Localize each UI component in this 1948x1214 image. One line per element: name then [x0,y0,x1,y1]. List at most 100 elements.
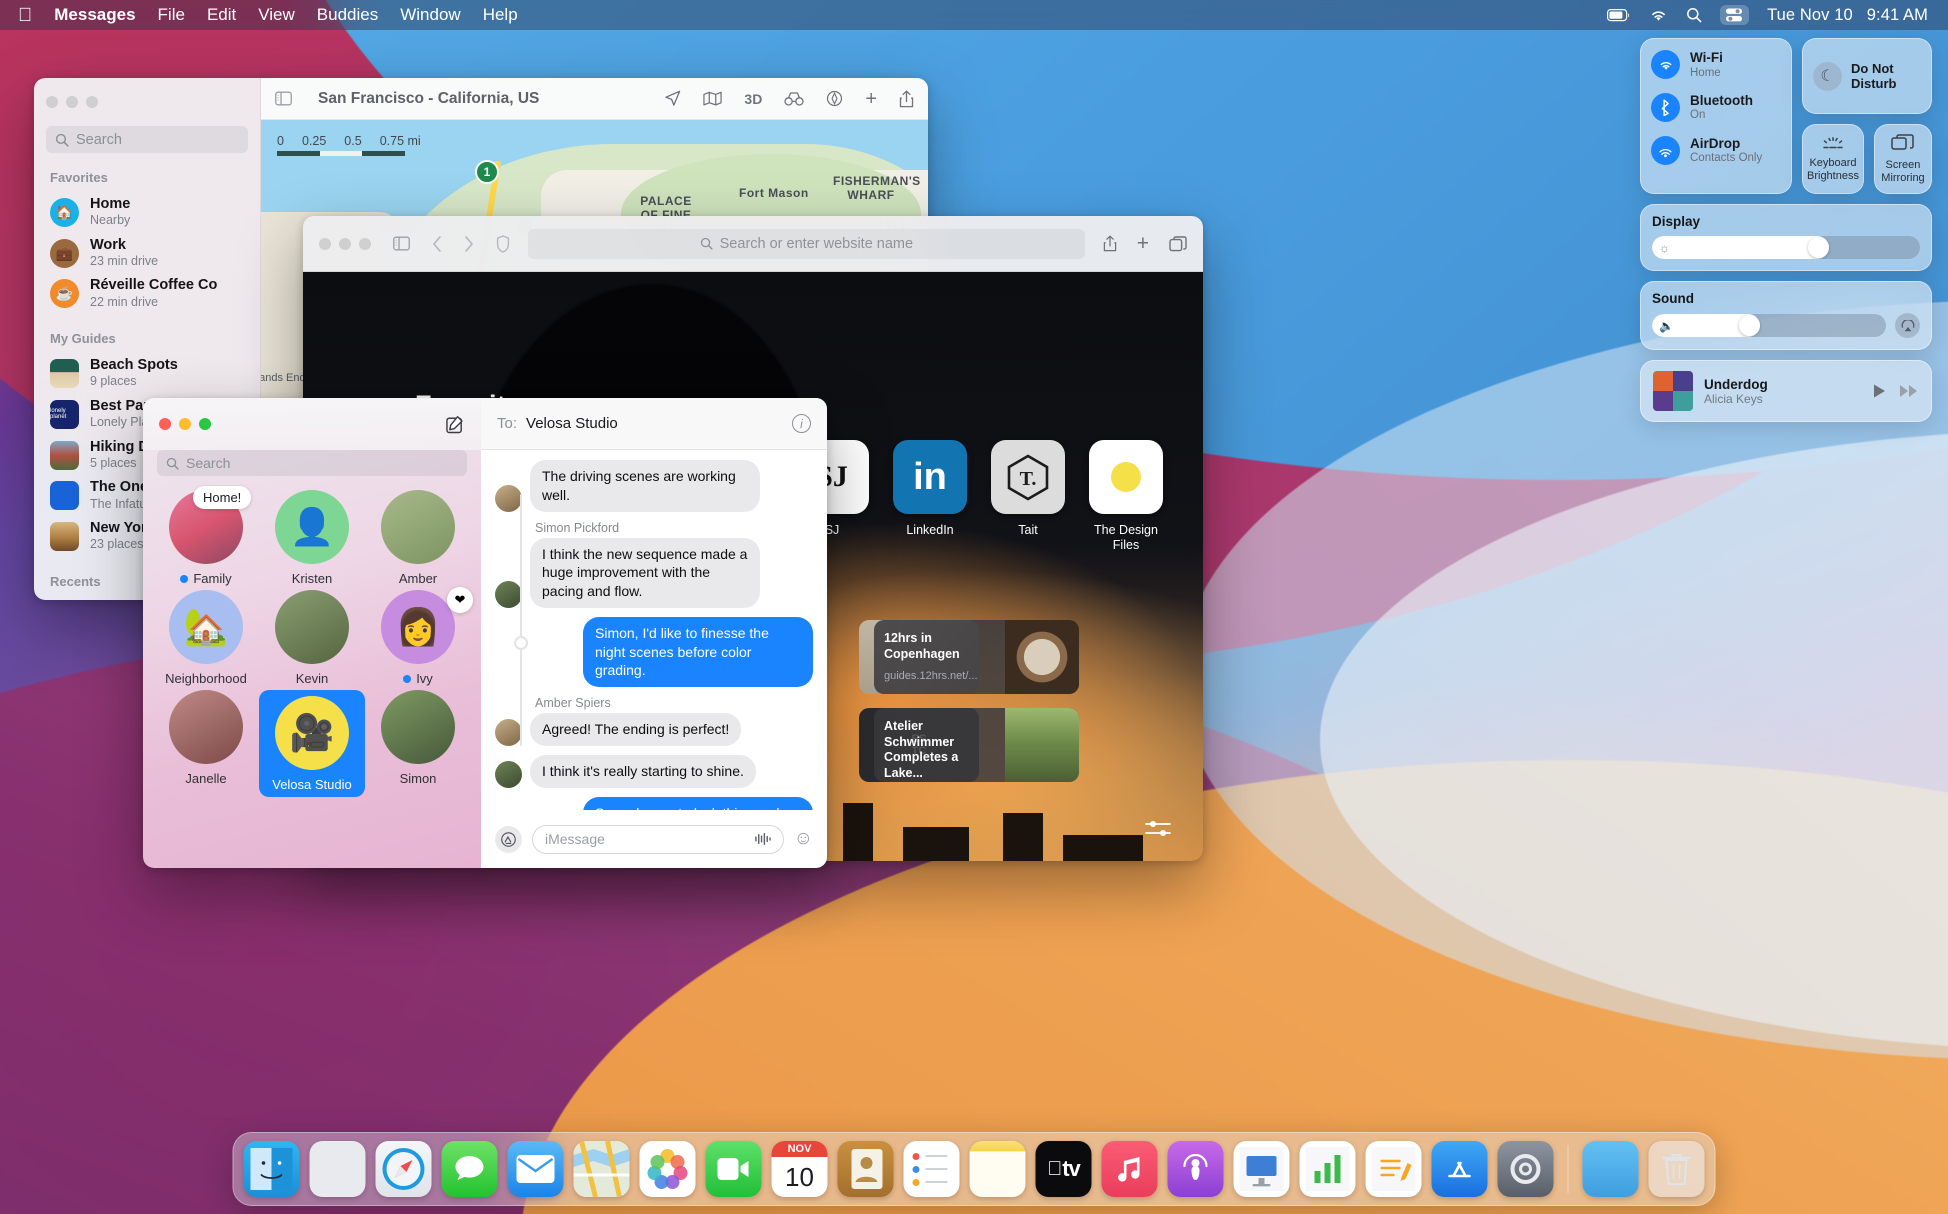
back-icon[interactable] [432,235,442,252]
dock-item-facetime[interactable] [705,1141,762,1197]
search-icon[interactable] [1686,7,1702,23]
maps-guide-beach[interactable]: Beach Spots 9 places [46,353,248,394]
dock-item-safari[interactable] [375,1141,432,1197]
maps-window-controls[interactable] [46,96,248,108]
dock-item-keynote[interactable] [1233,1141,1290,1197]
sound-volume-slider[interactable]: 🔈 [1652,314,1886,338]
menu-item-help[interactable]: Help [483,5,518,25]
dock-item-finder[interactable] [243,1141,300,1197]
contact-janelle[interactable]: Janelle [153,690,259,797]
dock-item-system-preferences[interactable] [1497,1141,1554,1197]
new-tab-icon[interactable]: + [1137,233,1149,254]
menu-item-view[interactable]: View [258,5,295,25]
compose-icon[interactable] [446,415,465,434]
wifi-toggle[interactable]: Wi-Fi Home [1651,50,1781,80]
share-icon[interactable] [1103,235,1117,252]
dock-item-photos[interactable] [639,1141,696,1197]
to-value[interactable]: Velosa Studio [526,415,618,432]
menu-item-window[interactable]: Window [400,5,460,25]
tab-overview-icon[interactable] [1169,235,1187,252]
safari-address-bar[interactable]: Search or enter website name [528,228,1085,259]
dock-item-podcasts[interactable] [1167,1141,1224,1197]
contact-kristen[interactable]: 👤 Kristen [259,490,365,586]
message-thread[interactable]: The driving scenes are working well. Sim… [481,450,827,810]
audio-waveform-icon[interactable] [754,832,771,846]
contact-velosa-studio[interactable]: 🎥 Velosa Studio [259,690,365,797]
screen-mirroring-tile[interactable]: Screen Mirroring [1873,124,1932,195]
dock-item-launchpad[interactable] [309,1141,366,1197]
sidebar-icon[interactable] [393,236,410,251]
play-icon[interactable] [1871,383,1887,399]
location-arrow-icon[interactable] [664,90,681,107]
share-icon[interactable] [899,89,914,108]
battery-icon[interactable] [1607,8,1631,22]
control-center-panel: Wi-Fi Home Bluetooth On AirDrop Contacts… [1640,38,1932,423]
3d-toggle[interactable]: 3D [744,91,762,107]
dock-item-appletv[interactable]: tv [1035,1141,1092,1197]
safari-reading-card[interactable]: 12hrs in Copenhagen guides.12hrs.net/... [874,620,1079,694]
contact-neighborhood[interactable]: 🏡 Neighborhood [153,590,259,686]
emoji-icon[interactable]: ☺ [794,828,813,850]
dock-item-mail[interactable] [507,1141,564,1197]
dock-item-calendar[interactable]: NOV 10 [771,1141,828,1197]
messages-search-input[interactable]: Search [157,450,467,476]
binoculars-icon[interactable] [784,91,804,106]
bluetooth-toggle[interactable]: Bluetooth On [1651,93,1781,123]
contact-kevin[interactable]: Kevin [259,590,365,686]
airplay-icon[interactable] [1895,313,1920,339]
message-sender: Simon Pickford [535,520,620,535]
safari-window-controls[interactable] [319,237,371,250]
dock-item-notes[interactable] [969,1141,1026,1197]
forward-icon[interactable] [464,235,474,252]
favorite-label: LinkedIn [906,523,954,537]
dock-item-contacts[interactable] [837,1141,894,1197]
sliders-icon[interactable] [1145,819,1171,839]
messages-window[interactable]: Search Home! Family 👤 Kristen Amber 🏡 Ne… [143,398,827,868]
map-layers-icon[interactable] [703,91,723,106]
control-center-icon[interactable] [1720,5,1750,25]
rotate-icon[interactable] [826,90,843,107]
safari-favorite[interactable]: The Design Files [1089,440,1163,553]
now-playing-card[interactable]: Underdog Alicia Keys [1640,360,1932,423]
info-icon[interactable]: i [792,414,811,433]
menu-item-buddies[interactable]: Buddies [317,5,378,25]
dock-item-maps[interactable] [573,1141,630,1197]
keyboard-brightness-tile[interactable]: Keyboard Brightness [1802,124,1864,195]
airdrop-toggle[interactable]: AirDrop Contacts Only [1651,136,1781,166]
contact-ivy[interactable]: 👩 ❤ Ivy [365,587,473,686]
contact-family[interactable]: Home! Family [153,486,259,586]
dock-item-trash[interactable] [1648,1141,1705,1197]
maps-favorite-home[interactable]: 🏠 Home Nearby [46,192,248,233]
dock-item-downloads[interactable] [1582,1141,1639,1197]
fast-forward-icon[interactable] [1899,383,1919,399]
maps-favorite-coffee[interactable]: ☕ Réveille Coffee Co 22 min drive [46,273,248,314]
contact-simon[interactable]: Simon [365,690,471,797]
dock-item-numbers[interactable] [1299,1141,1356,1197]
safari-reading-card[interactable]: Atelier Schwimmer Completes a Lake... az… [874,708,1079,782]
menu-item-file[interactable]: File [158,5,185,25]
dock-item-reminders[interactable] [903,1141,960,1197]
privacy-shield-icon[interactable] [496,234,510,253]
add-icon[interactable]: + [865,89,877,109]
safari-favorite[interactable]: T. Tait [991,440,1065,553]
menu-item-edit[interactable]: Edit [207,5,236,25]
contact-amber[interactable]: Amber [365,490,471,586]
menubar-date[interactable]: Tue Nov 10 [1767,6,1853,25]
display-brightness-slider[interactable]: ☼ [1652,236,1920,260]
dock-item-messages[interactable] [441,1141,498,1197]
dock-item-pages[interactable] [1365,1141,1422,1197]
safari-favorite[interactable]: in LinkedIn [893,440,967,553]
do-not-disturb-toggle[interactable]: ☾ Do Not Disturb [1802,38,1932,114]
dock-item-music[interactable] [1101,1141,1158,1197]
wifi-icon[interactable] [1649,8,1668,22]
dock-item-appstore[interactable] [1431,1141,1488,1197]
menu-item-messages[interactable]: Messages [54,5,135,25]
menubar-time[interactable]: 9:41 AM [1867,6,1928,25]
imessage-input[interactable]: iMessage [532,824,784,854]
apple-menu-icon[interactable]:  [18,6,32,25]
maps-favorite-work[interactable]: 💼 Work 23 min drive [46,233,248,274]
messages-window-controls[interactable] [159,418,211,430]
app-store-icon[interactable] [495,825,522,853]
sidebar-icon[interactable] [275,91,292,106]
maps-search-input[interactable]: Search [46,126,248,153]
